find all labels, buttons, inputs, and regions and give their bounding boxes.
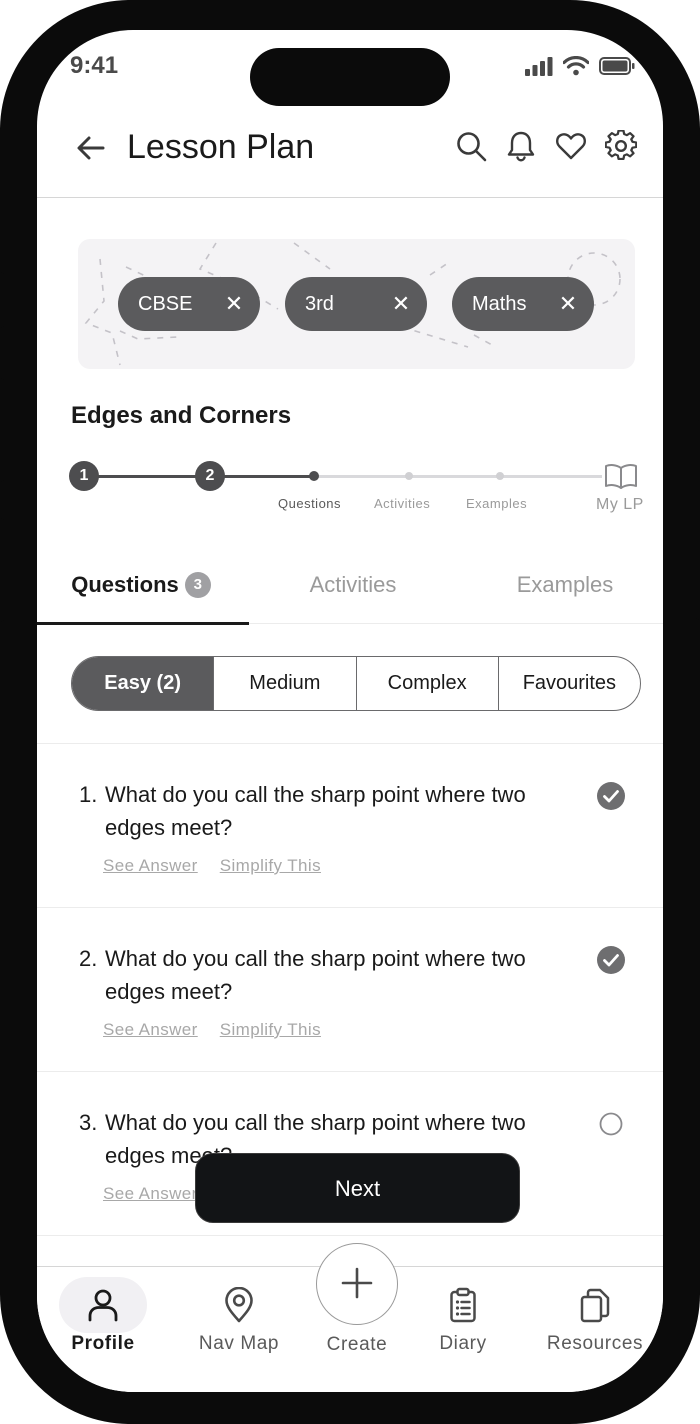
cellular-signal-icon [525,57,553,76]
nav-create[interactable]: Create [297,1267,417,1367]
active-tab-indicator [37,622,249,625]
question-actions: See Answer Simplify This [103,856,321,876]
checked-circle-icon[interactable] [596,945,626,975]
step-examples-dot[interactable] [496,472,504,480]
filter-easy[interactable]: Easy (2) [72,657,215,710]
status-icons [525,56,635,76]
app-header: Lesson Plan [37,118,663,198]
tab-questions[interactable]: Questions 3 [37,562,245,624]
person-icon [88,1289,118,1322]
page-title: Lesson Plan [127,128,315,166]
nav-label: Diary [439,1333,487,1354]
book-icon[interactable] [604,462,638,490]
step-activities-dot[interactable] [405,472,413,480]
filter-favourites[interactable]: Favourites [499,657,640,710]
chip-label: 3rd [305,292,334,315]
chip-label: Maths [472,292,527,315]
nav-label: Create [326,1334,388,1355]
progress-stepper: 1 2 Questions Activities Examples My LP [37,458,663,528]
question-number: 1. [79,782,98,807]
heart-icon[interactable] [555,130,587,162]
settings-gear-icon[interactable] [605,130,637,162]
step-label-questions: Questions [278,496,342,511]
lesson-title: Edges and Corners [71,402,292,429]
step-questions-dot[interactable] [309,471,319,481]
step-label-my-lp: My LP [596,496,644,513]
step-2[interactable]: 2 [195,461,225,491]
next-button[interactable]: Next [195,1153,520,1223]
checked-circle-icon[interactable] [596,781,626,811]
nav-profile[interactable]: Profile [43,1267,163,1367]
see-answer-link[interactable]: See Answer [103,856,198,876]
see-answer-link[interactable]: See Answer [103,1020,198,1040]
bottom-navigation: Profile Nav Map Create Diary Resources [37,1243,663,1392]
wifi-icon [563,56,589,76]
nav-resources[interactable]: Resources [533,1267,657,1367]
close-icon[interactable]: ✕ [558,291,578,317]
battery-icon [599,57,635,75]
question-body: What do you call the sharp point where t… [105,946,526,1004]
chip-label: CBSE [138,292,193,315]
question-number: 2. [79,946,98,971]
see-answer-link[interactable]: See Answer [103,1184,198,1204]
notification-bell-icon[interactable] [505,130,537,162]
question-actions: See Answer Simplify This [103,1020,321,1040]
close-icon[interactable]: ✕ [224,291,244,317]
count-badge: 3 [184,572,211,598]
chip-grade: 3rd ✕ [285,277,427,331]
clipboard-icon [450,1287,476,1323]
simplify-link[interactable]: Simplify This [220,856,321,876]
chip-board: CBSE ✕ [118,277,260,331]
filter-medium[interactable]: Medium [214,657,357,710]
tab-examples[interactable]: Examples [461,562,663,624]
filter-complex[interactable]: Complex [357,657,499,710]
stepper-line-pending [314,475,602,478]
question-number: 3. [79,1110,98,1135]
search-icon[interactable] [455,130,487,162]
nav-label: Profile [71,1333,135,1354]
nav-diary[interactable]: Diary [413,1267,513,1367]
phone-side-button [0,272,4,328]
dynamic-island [250,48,450,106]
status-time: 9:41 [70,52,119,79]
phone-volume-up [0,378,4,482]
back-arrow-icon[interactable] [73,130,109,166]
difficulty-filter: Easy (2) Medium Complex Favourites [71,656,641,711]
nav-label: Resources [546,1333,644,1354]
simplify-link[interactable]: Simplify This [220,1020,321,1040]
phone-power-button [696,420,700,620]
filter-chip-card: CBSE ✕ 3rd ✕ Maths ✕ [78,239,635,369]
step-label-activities: Activities [374,496,431,511]
phone-volume-down [0,518,4,622]
phone-screen: 9:41 Lesson Plan CBSE ✕ 3rd ✕ Maths ✕ Ed… [37,30,663,1392]
header-actions [455,130,637,162]
location-pin-icon [225,1287,253,1323]
close-icon[interactable]: ✕ [391,291,411,317]
nav-nav-map[interactable]: Nav Map [173,1267,305,1367]
content-tabs: Questions 3 Activities Examples [37,562,663,625]
question-text: 1. What do you call the sharp point wher… [79,778,539,844]
chip-subject: Maths ✕ [452,277,594,331]
question-item: 2. What do you call the sharp point wher… [37,908,663,1071]
divider [37,1235,663,1236]
question-item: 1. What do you call the sharp point wher… [37,744,663,907]
step-label-examples: Examples [466,496,528,511]
copy-icon [580,1288,610,1323]
question-text: 2. What do you call the sharp point wher… [79,942,539,1008]
tab-activities[interactable]: Activities [249,562,457,624]
unchecked-circle-icon[interactable] [596,1109,626,1139]
step-1[interactable]: 1 [69,461,99,491]
nav-label: Nav Map [198,1333,280,1354]
tab-label: Questions [71,572,179,597]
question-body: What do you call the sharp point where t… [105,782,526,840]
